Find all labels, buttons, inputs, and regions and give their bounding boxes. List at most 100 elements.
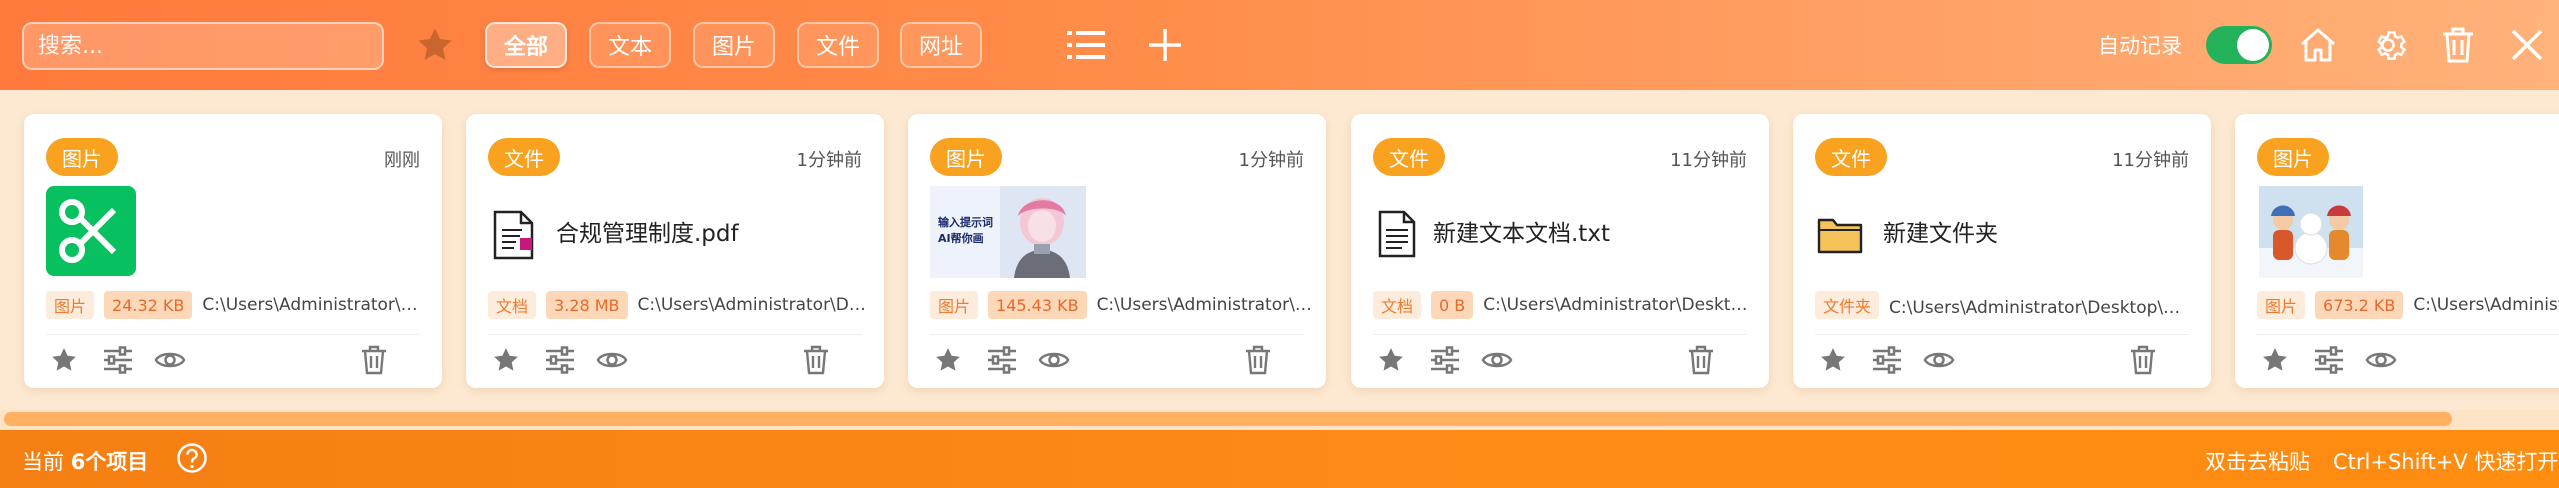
file-path: C:\Users\Administrator\Des...: [202, 295, 428, 315]
timestamp: 1分钟前: [796, 150, 862, 171]
shortcut-hint: Ctrl+Shift+V 快速打开: [2333, 450, 2559, 474]
home-icon[interactable]: [2295, 22, 2341, 68]
eye-icon[interactable]: [1919, 340, 1959, 380]
size-chip: 145.43 KB: [988, 291, 1087, 319]
type-badge: 图片: [930, 138, 1002, 176]
svg-text:AI帮你画: AI帮你画: [938, 231, 984, 245]
horizontal-scrollbar[interactable]: [0, 410, 2559, 430]
card-meta: 图片 24.32 KB C:\Users\Administrator\Des..…: [46, 290, 428, 320]
type-badge: 图片: [2257, 138, 2329, 176]
folder-name: 新建文件夹: [1883, 221, 1998, 247]
favorites-filter-star-icon[interactable]: [414, 24, 456, 66]
file-path: C:\Users\Administrator\Desktop\...: [1483, 295, 1755, 315]
size-chip: 3.28 MB: [546, 291, 628, 319]
category-chip: 图片: [2257, 291, 2306, 319]
auto-record-toggle[interactable]: [2206, 26, 2272, 64]
divider: [1815, 334, 2189, 335]
close-icon[interactable]: [2504, 22, 2550, 68]
item-count-value: 6个项目: [70, 450, 149, 474]
eye-icon[interactable]: [2361, 340, 2401, 380]
clipboard-card[interactable]: 文件 1分钟前 合规管理制度.pdf 文档 3.28 MB C:\Users\A…: [466, 114, 884, 388]
size-chip: 673.2 KB: [2315, 291, 2404, 319]
snowman-image-thumbnail: [2259, 186, 2363, 283]
sliders-icon[interactable]: [1425, 340, 1465, 380]
eye-icon[interactable]: [150, 340, 190, 380]
clipboard-card[interactable]: 图片 刚刚 图片 24.32 KB C:\Users\Administrator…: [24, 114, 442, 388]
scissors-app-icon: [46, 186, 136, 281]
file-path: C:\Users\Administrator\De...: [1096, 295, 1312, 315]
type-badge: 文件: [1373, 138, 1445, 176]
trash-icon[interactable]: [354, 340, 394, 380]
file-path: C:\Users\Administra: [2413, 295, 2559, 315]
sliders-icon[interactable]: [982, 340, 1022, 380]
sliders-icon[interactable]: [1867, 340, 1907, 380]
trash-icon[interactable]: [2435, 22, 2481, 68]
robot-image-thumbnail: 输入提示词 AI帮你画: [930, 186, 1086, 283]
trash-icon[interactable]: [1238, 340, 1278, 380]
toggle-knob: [2237, 29, 2269, 61]
scrollbar-thumb[interactable]: [4, 412, 2452, 426]
eye-icon[interactable]: [1034, 340, 1074, 380]
category-chip: 文档: [488, 291, 537, 319]
clipboard-card[interactable]: 文件 11分钟前 新建文件夹 文件夹 C:\Users\Administrato…: [1793, 114, 2211, 388]
card-meta: 文件夹 C:\Users\Administrator\Desktop\新建...: [1815, 290, 2197, 320]
file-path: C:\Users\Administrator\Des...: [637, 295, 870, 315]
card-meta: 文档 0 B C:\Users\Administrator\Desktop\..…: [1373, 290, 1755, 320]
item-count-prefix: 当前: [22, 450, 64, 474]
size-chip: 0 B: [1431, 291, 1474, 319]
timestamp: 刚刚: [384, 150, 420, 171]
tab-all[interactable]: 全部: [485, 22, 567, 68]
item-count: 当前 6个项目: [22, 446, 148, 476]
card-meta: 图片 673.2 KB C:\Users\Administra: [2257, 290, 2559, 320]
tab-image[interactable]: 图片: [693, 22, 775, 68]
clipboard-card-list: 图片 刚刚 图片 24.32 KB C:\Users\Administrator…: [0, 90, 2559, 410]
tab-url[interactable]: 网址: [900, 22, 982, 68]
trash-icon[interactable]: [2123, 340, 2163, 380]
divider: [930, 334, 1304, 335]
star-icon[interactable]: [1813, 340, 1853, 380]
file-name: 合规管理制度.pdf: [556, 221, 739, 247]
file-name: 新建文本文档.txt: [1433, 221, 1610, 247]
list-icon[interactable]: [1063, 22, 1109, 68]
clipboard-card[interactable]: 图片 1分钟前 输入提示词 AI帮你画 图片 145.43 KB C:\User…: [908, 114, 1326, 388]
trash-icon[interactable]: [796, 340, 836, 380]
sliders-icon[interactable]: [98, 340, 138, 380]
auto-record-label: 自动记录: [2098, 34, 2182, 58]
category-chip: 文档: [1373, 291, 1422, 319]
svg-text:输入提示词: 输入提示词: [938, 215, 993, 229]
type-badge: 文件: [488, 138, 560, 176]
divider: [46, 334, 420, 335]
divider: [2257, 334, 2559, 335]
eye-icon[interactable]: [1477, 340, 1517, 380]
clipboard-card[interactable]: 图片 图片 673.2 KB C:\Users\Administra: [2235, 114, 2559, 388]
top-toolbar: 全部 文本 图片 文件 网址 自动记录: [0, 0, 2559, 90]
folder-icon: [1817, 214, 1863, 259]
gear-icon[interactable]: [2365, 22, 2411, 68]
card-meta: 文档 3.28 MB C:\Users\Administrator\Des...: [488, 290, 870, 320]
text-file-icon: [1377, 210, 1417, 263]
trash-icon[interactable]: [1681, 340, 1721, 380]
timestamp: 11分钟前: [1670, 150, 1747, 171]
category-chip: 文件夹: [1815, 291, 1880, 319]
star-icon[interactable]: [2255, 340, 2295, 380]
status-bar: 当前 6个项目 双击去粘贴 Ctrl+Shift+V 快速打开: [0, 430, 2559, 488]
tab-file[interactable]: 文件: [797, 22, 879, 68]
pdf-file-icon: [492, 210, 536, 265]
question-circle-icon[interactable]: [176, 442, 208, 474]
category-chip: 图片: [930, 291, 979, 319]
size-chip: 24.32 KB: [104, 291, 193, 319]
eye-icon[interactable]: [592, 340, 632, 380]
clipboard-card[interactable]: 文件 11分钟前 新建文本文档.txt 文档 0 B C:\Users\Admi…: [1351, 114, 1769, 388]
sliders-icon[interactable]: [2309, 340, 2349, 380]
star-icon[interactable]: [1371, 340, 1411, 380]
sliders-icon[interactable]: [540, 340, 580, 380]
tab-text[interactable]: 文本: [589, 22, 671, 68]
star-icon[interactable]: [928, 340, 968, 380]
star-icon[interactable]: [44, 340, 84, 380]
double-click-hint: 双击去粘贴: [2205, 450, 2310, 474]
star-icon[interactable]: [486, 340, 526, 380]
type-badge: 图片: [46, 138, 118, 176]
plus-icon[interactable]: [1142, 22, 1188, 68]
file-path: C:\Users\Administrator\Desktop\新建...: [1889, 297, 2197, 318]
search-input[interactable]: [22, 22, 384, 70]
